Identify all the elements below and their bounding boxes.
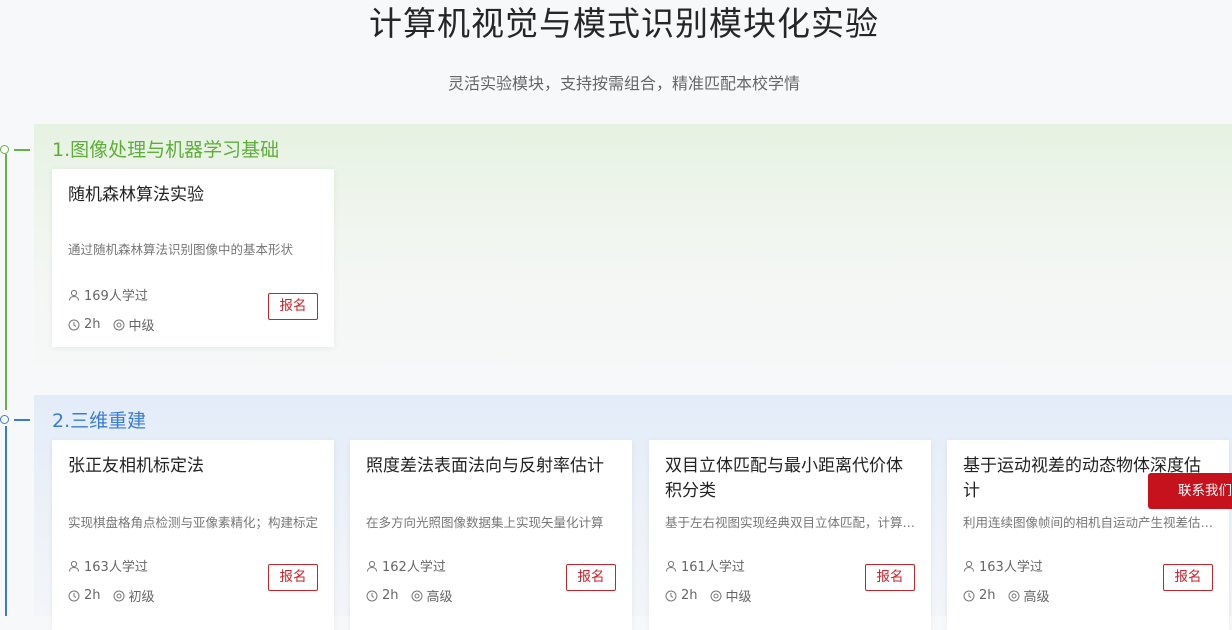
duration-text: 2h	[84, 588, 101, 603]
course-card[interactable]: 随机森林算法实验 通过随机森林算法识别图像中的基本形状 169人学过 2h 中级…	[52, 169, 334, 347]
section-title: 1.图像处理与机器学习基础	[52, 139, 280, 161]
level-icon	[710, 590, 722, 602]
clock-icon	[366, 590, 378, 602]
learner-count: 161人学过	[665, 556, 745, 575]
course-meta: 2h 中级	[68, 315, 167, 334]
timeline-line-2	[5, 426, 7, 616]
user-icon	[68, 289, 80, 301]
course-meta: 2h 高级	[366, 586, 465, 605]
course-card[interactable]: 张正友相机标定法 实现棋盘格角点检测与亚像素精化；构建标定 163人学过 2h …	[52, 440, 334, 630]
duration-text: 2h	[979, 588, 996, 603]
level-icon	[1008, 590, 1020, 602]
user-icon	[68, 560, 80, 572]
course-description: 基于左右视图实现经典双目立体匹配，计算视差	[665, 515, 917, 530]
timeline-node-2	[0, 415, 9, 424]
course-title[interactable]: 张正友相机标定法	[68, 454, 318, 479]
duration-text: 2h	[681, 588, 698, 603]
user-icon	[963, 560, 975, 572]
level-text: 初级	[128, 590, 155, 605]
course-meta: 2h 初级	[68, 586, 167, 605]
timeline-dash-2	[14, 419, 30, 421]
enroll-button[interactable]: 报名	[268, 293, 318, 320]
course-meta: 2h 中级	[665, 586, 764, 605]
clock-icon	[963, 590, 975, 602]
course-card[interactable]: 照度差法表面法向与反射率估计 在多方向光照图像数据集上实现矢量化计算 162人学…	[350, 440, 632, 630]
enroll-button[interactable]: 报名	[865, 564, 915, 591]
enroll-button[interactable]: 报名	[268, 564, 318, 591]
course-card[interactable]: 基于运动视差的动态物体深度估计 利用连续图像帧间的相机自运动产生视差估计深度 1…	[947, 440, 1229, 630]
level-icon	[113, 590, 125, 602]
learner-count: 163人学过	[963, 556, 1043, 575]
level-text: 中级	[128, 319, 155, 334]
learner-count: 163人学过	[68, 556, 148, 575]
learner-count: 169人学过	[68, 285, 148, 304]
contact-us-button[interactable]: 联系我们	[1148, 473, 1232, 509]
page-title: 计算机视觉与模式识别模块化实验	[369, 4, 879, 43]
course-description: 利用连续图像帧间的相机自运动产生视差估计深度	[963, 515, 1215, 530]
course-title[interactable]: 双目立体匹配与最小距离代价体积分类	[665, 454, 915, 504]
section-3d-reconstruction: 2.三维重建 张正友相机标定法 实现棋盘格角点检测与亚像素精化；构建标定 163…	[34, 395, 1232, 630]
page-subtitle: 灵活实验模块，支持按需组合，精准匹配本校学情	[447, 74, 800, 93]
learner-count-text: 163人学过	[84, 560, 148, 575]
learner-count-text: 163人学过	[979, 560, 1043, 575]
level-text: 高级	[1023, 590, 1050, 605]
section-image-processing: 1.图像处理与机器学习基础 随机森林算法实验 通过随机森林算法识别图像中的基本形…	[34, 124, 1232, 386]
level-text: 高级	[426, 590, 453, 605]
enroll-button[interactable]: 报名	[566, 564, 616, 591]
duration-text: 2h	[84, 317, 101, 332]
learner-count-text: 161人学过	[681, 560, 745, 575]
enroll-button[interactable]: 报名	[1163, 564, 1213, 591]
learner-count-text: 169人学过	[84, 289, 148, 304]
timeline-node-1	[0, 145, 9, 154]
level-text: 中级	[725, 590, 752, 605]
level-icon	[113, 319, 125, 331]
clock-icon	[68, 590, 80, 602]
user-icon	[366, 560, 378, 572]
learner-count-text: 162人学过	[382, 560, 446, 575]
user-icon	[665, 560, 677, 572]
duration-text: 2h	[382, 588, 399, 603]
course-meta: 2h 高级	[963, 586, 1062, 605]
course-description: 在多方向光照图像数据集上实现矢量化计算	[366, 515, 604, 530]
clock-icon	[68, 319, 80, 331]
section-title: 2.三维重建	[52, 410, 147, 432]
learner-count: 162人学过	[366, 556, 446, 575]
course-description: 实现棋盘格角点检测与亚像素精化；构建标定	[68, 515, 319, 530]
course-card[interactable]: 双目立体匹配与最小距离代价体积分类 基于左右视图实现经典双目立体匹配，计算视差 …	[649, 440, 931, 630]
clock-icon	[665, 590, 677, 602]
level-icon	[411, 590, 423, 602]
course-title[interactable]: 照度差法表面法向与反射率估计	[366, 454, 616, 479]
course-title[interactable]: 随机森林算法实验	[68, 183, 318, 208]
timeline-dash-1	[14, 149, 30, 151]
course-description: 通过随机森林算法识别图像中的基本形状	[68, 242, 294, 257]
timeline-line-1	[5, 154, 7, 410]
